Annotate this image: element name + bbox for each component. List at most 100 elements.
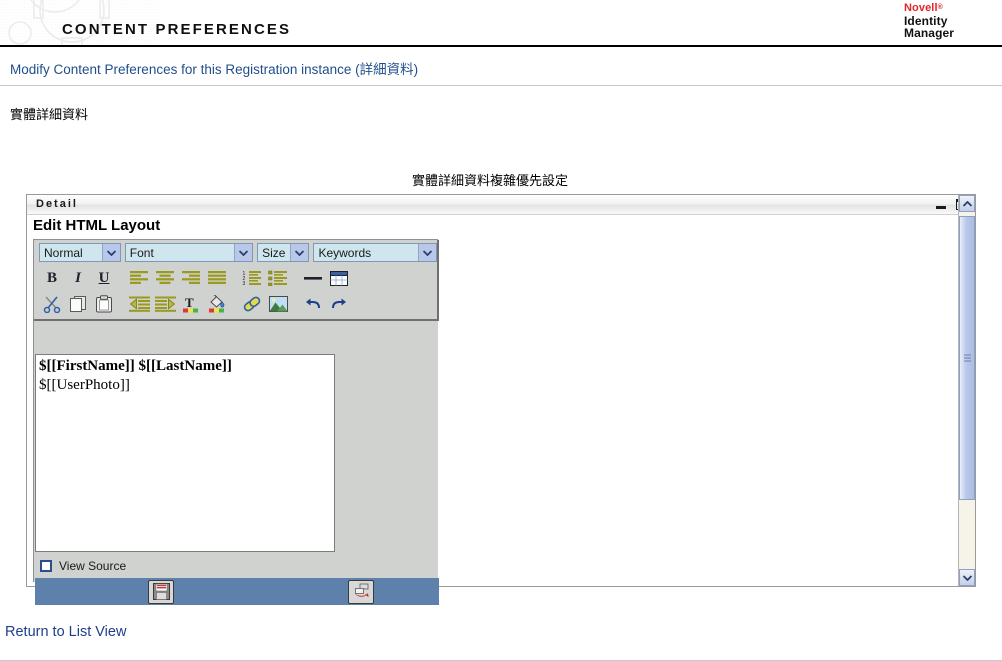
indent-icon xyxy=(154,296,176,312)
brand-product-line2: Manager xyxy=(904,26,955,40)
brand-logo: Novell® Identity Manager xyxy=(904,2,996,40)
align-justify-icon xyxy=(208,271,226,284)
scroll-thumb[interactable] xyxy=(959,216,975,500)
horizontal-rule-icon xyxy=(304,277,322,280)
keywords-select[interactable]: Keywords xyxy=(313,243,437,262)
svg-text:3: 3 xyxy=(243,281,246,286)
align-left-icon xyxy=(130,271,148,284)
scroll-grip-icon xyxy=(963,354,971,362)
align-justify-button[interactable] xyxy=(204,266,230,290)
font-family-value: Font xyxy=(129,246,154,260)
page-body: 實體詳細資料 實體詳細資料複雜優先設定 Detail Edit HTML Lay… xyxy=(0,86,1002,661)
background-color-button[interactable] xyxy=(204,292,230,316)
detail-vertical-scrollbar[interactable] xyxy=(958,195,975,586)
brand-name: Novell xyxy=(904,2,938,14)
toolbar-clipboard-row: T xyxy=(34,291,437,317)
app-header: CONTENT PREFERENCES Novell® Identity Man… xyxy=(0,0,1002,47)
undo-arrow-icon xyxy=(306,298,320,309)
minimize-icon[interactable] xyxy=(936,206,946,209)
redo-button[interactable] xyxy=(326,292,352,316)
align-center-icon xyxy=(156,271,174,284)
indent-button[interactable] xyxy=(152,292,178,316)
underline-icon: U xyxy=(98,269,110,286)
section-label: 實體詳細資料 xyxy=(10,107,89,122)
chevron-down-icon[interactable] xyxy=(290,244,309,261)
italic-button[interactable]: I xyxy=(65,266,91,290)
red-return-arrow-icon xyxy=(354,583,368,598)
copy-icon xyxy=(69,296,86,312)
edit-html-layout-heading: Edit HTML Layout xyxy=(33,217,161,234)
unordered-list-button[interactable] xyxy=(265,266,291,290)
insert-link-button[interactable] xyxy=(239,292,265,316)
copy-button[interactable] xyxy=(65,292,91,316)
html-content-editable[interactable]: $[[FirstName]] $[[LastName]] $[[UserPhot… xyxy=(35,354,335,552)
detail-panel: Detail Edit HTML Layout Normal Font Size… xyxy=(26,194,976,605)
font-size-select[interactable]: Size xyxy=(257,243,310,262)
paragraph-style-value: Normal xyxy=(44,246,83,260)
insert-table-button[interactable] xyxy=(326,266,352,290)
keywords-value: Keywords xyxy=(318,246,372,260)
toolbar-dropdown-row: Normal Font Size Keywords xyxy=(34,243,437,265)
breadcrumb-row: Modify Content Preferences for this Regi… xyxy=(0,47,1002,86)
detail-body: Edit HTML Layout Normal Font Size Keywor… xyxy=(27,215,975,605)
outdent-button[interactable] xyxy=(126,292,152,316)
italic-icon: I xyxy=(75,269,81,286)
brand-novell-text: Novell® xyxy=(904,2,996,15)
detail-titlebar: Detail xyxy=(27,195,975,215)
clipboard-icon xyxy=(96,295,112,313)
align-right-button[interactable] xyxy=(178,266,204,290)
view-source-checkbox[interactable] xyxy=(40,560,52,572)
breadcrumb[interactable]: Modify Content Preferences for this Regi… xyxy=(10,58,418,78)
link-chain-icon xyxy=(243,296,261,312)
chevron-up-icon xyxy=(962,200,972,207)
editor-line-2: $[[UserPhoto]] xyxy=(39,377,130,393)
bold-button[interactable]: B xyxy=(39,266,65,290)
scroll-track[interactable] xyxy=(959,212,975,569)
cancel-button[interactable] xyxy=(348,579,374,604)
return-to-list-view-link[interactable]: Return to List View xyxy=(5,624,126,640)
chevron-down-icon[interactable] xyxy=(234,244,253,261)
text-color-icon: T xyxy=(182,295,198,313)
svg-text:T: T xyxy=(185,295,194,310)
paint-bucket-icon xyxy=(208,295,224,313)
insert-image-button[interactable] xyxy=(265,292,291,316)
ordered-list-button[interactable]: 123 xyxy=(239,266,265,290)
section-caption: 實體詳細資料複雜優先設定 xyxy=(412,173,569,188)
paragraph-style-select[interactable]: Normal xyxy=(39,243,121,262)
chevron-down-icon[interactable] xyxy=(101,244,120,261)
align-right-icon xyxy=(182,271,200,284)
view-source-label: View Source xyxy=(59,559,127,573)
chevron-down-icon[interactable] xyxy=(418,244,436,261)
text-color-button[interactable]: T xyxy=(178,292,204,316)
page-title: CONTENT PREFERENCES xyxy=(62,21,292,38)
toolbar-format-row: B I U 1 2 3 xyxy=(34,265,437,291)
font-family-select[interactable]: Font xyxy=(124,243,254,262)
editor-action-bar xyxy=(35,578,439,605)
scroll-up-button[interactable] xyxy=(959,195,975,212)
outdent-icon xyxy=(128,296,150,312)
scissors-icon xyxy=(43,296,60,313)
unordered-list-icon xyxy=(268,270,287,286)
html-editor: Normal Font Size Keywords B I U 1 2 3 T … xyxy=(33,239,439,605)
detail-panel-title: Detail xyxy=(36,198,78,210)
scroll-down-button[interactable] xyxy=(959,569,975,586)
ordered-list-icon: 123 xyxy=(243,271,261,286)
undo-button[interactable] xyxy=(300,292,326,316)
align-center-button[interactable] xyxy=(152,266,178,290)
registered-mark: ® xyxy=(937,4,943,11)
floppy-disk-save-icon xyxy=(152,583,170,600)
font-size-value: Size xyxy=(262,246,286,260)
underline-button[interactable]: U xyxy=(91,266,117,290)
table-icon xyxy=(330,270,348,286)
align-left-button[interactable] xyxy=(126,266,152,290)
paste-button[interactable] xyxy=(91,292,117,316)
editor-toolbar: Normal Font Size Keywords B I U 1 2 3 T xyxy=(34,240,439,321)
image-icon xyxy=(268,296,288,312)
save-button[interactable] xyxy=(148,579,174,604)
bold-icon: B xyxy=(46,269,57,286)
redo-arrow-icon xyxy=(332,298,346,309)
chevron-down-icon xyxy=(962,574,972,581)
cut-button[interactable] xyxy=(39,292,65,316)
horizontal-rule-button[interactable] xyxy=(300,266,326,290)
view-source-row[interactable]: View Source xyxy=(35,556,439,576)
